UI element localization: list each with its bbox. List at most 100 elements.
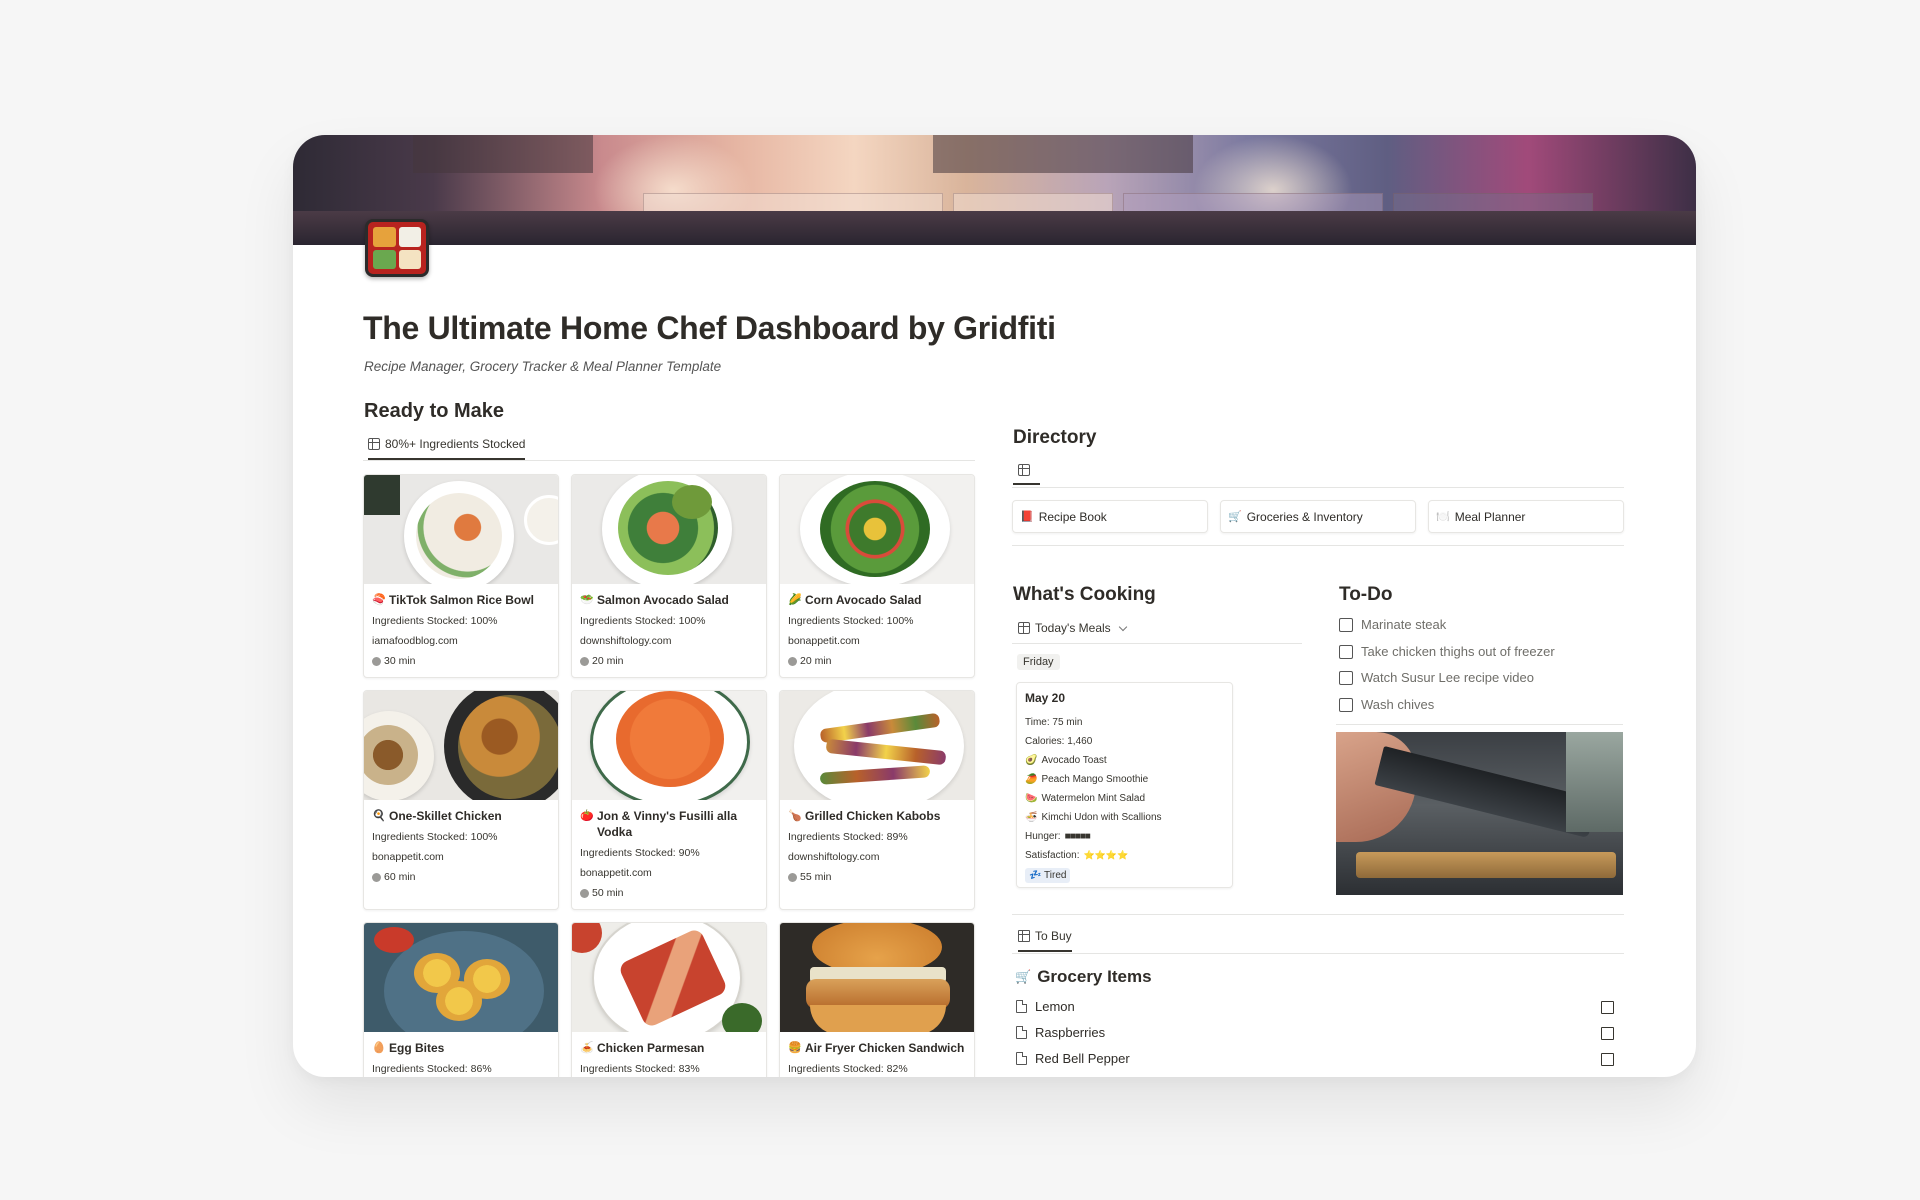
todo-heading: To-Do xyxy=(1339,584,1393,605)
directory-label: Recipe Book xyxy=(1038,509,1107,524)
view-tab-todays-meals[interactable]: Today's Meals xyxy=(1018,621,1127,643)
cart-icon: 🛒 xyxy=(1015,969,1032,984)
clock-icon xyxy=(788,873,797,882)
todo-item[interactable]: Take chicken thighs out of freezer xyxy=(1339,644,1555,659)
meal-card[interactable]: May 20 Time: 75 min Calories: 1,460 🥑 Avo… xyxy=(1016,682,1233,888)
todo-item[interactable]: Watch Susur Lee recipe video xyxy=(1339,670,1534,685)
board-view-icon xyxy=(1018,622,1030,634)
recipe-stocked: Ingredients Stocked: 90% xyxy=(580,847,700,859)
whats-cooking-heading: What's Cooking xyxy=(1013,584,1156,605)
todo-item[interactable]: Marinate steak xyxy=(1339,617,1446,632)
grocery-checkbox[interactable] xyxy=(1601,1001,1614,1014)
grocery-item[interactable]: Red Bell Pepper xyxy=(1016,1051,1130,1066)
todo-checkbox[interactable] xyxy=(1339,617,1353,632)
recipe-card[interactable]: 🥚 Egg Bites Ingredients Stocked: 86% xyxy=(363,922,559,1077)
recipe-stocked: Ingredients Stocked: 82% xyxy=(788,1063,908,1075)
grocery-item[interactable]: Raspberries xyxy=(1016,1025,1105,1040)
view-tab-ingredients-stocked[interactable]: 80%+ Ingredients Stocked xyxy=(368,437,526,460)
recipe-name: One-Skillet Chicken xyxy=(389,809,502,823)
directory-groceries-inventory[interactable]: 🛒 Groceries & Inventory xyxy=(1220,500,1416,533)
recipe-emoji-icon: 🍗 xyxy=(788,810,802,822)
meal-hunger: Hunger: ■■■■■ xyxy=(1025,831,1091,842)
recipe-name: Salmon Avocado Salad xyxy=(597,593,729,607)
recipe-image xyxy=(364,923,558,1032)
grocery-checkbox[interactable] xyxy=(1601,1053,1614,1066)
grocery-item[interactable]: Lemon xyxy=(1016,999,1075,1014)
clock-icon xyxy=(580,657,589,666)
book-icon: 📕 xyxy=(1020,511,1034,523)
meal-calories: Calories: 1,460 xyxy=(1025,736,1093,747)
todo-checkbox[interactable] xyxy=(1339,644,1353,659)
clock-icon xyxy=(580,889,589,898)
meal-dish[interactable]: 🥑 Avocado Toast xyxy=(1025,751,1224,770)
chopping-illustration xyxy=(1336,732,1623,895)
recipe-card[interactable]: 🍗 Grilled Chicken Kabobs Ingredients Stoc… xyxy=(779,690,975,910)
directory-label: Groceries & Inventory xyxy=(1246,509,1363,524)
directory-recipe-book[interactable]: 📕 Recipe Book xyxy=(1012,500,1208,533)
recipe-emoji-icon: 🍝 xyxy=(580,1042,594,1054)
view-tab-to-buy[interactable]: To Buy xyxy=(1018,929,1072,952)
recipe-name: Egg Bites xyxy=(389,1041,445,1055)
recipe-time: 30 min xyxy=(384,655,416,667)
recipe-card[interactable]: 🍳 One-Skillet Chicken Ingredients Stocked… xyxy=(363,690,559,910)
bento-box-icon xyxy=(365,219,429,277)
recipe-card[interactable]: 🍝 Chicken Parmesan Ingredients Stocked: 8… xyxy=(571,922,767,1077)
recipe-stocked: Ingredients Stocked: 83% xyxy=(580,1063,700,1075)
recipe-image xyxy=(364,691,558,800)
recipe-emoji-icon: 🥗 xyxy=(580,594,594,606)
list-view-icon xyxy=(1018,930,1030,942)
meal-date: May 20 xyxy=(1025,691,1066,705)
directory-links: 📕 Recipe Book 🛒 Groceries & Inventory 🍽️… xyxy=(1012,500,1624,533)
clock-icon xyxy=(372,657,381,666)
page-subtitle: Recipe Manager, Grocery Tracker & Meal P… xyxy=(364,359,722,374)
board-group-friday: Friday xyxy=(1017,654,1060,670)
recipe-card[interactable]: 🌽 Corn Avocado Salad Ingredients Stocked:… xyxy=(779,474,975,678)
recipe-time: 60 min xyxy=(384,871,416,883)
cover-image xyxy=(293,135,1696,245)
meal-dish[interactable]: 🍜 Kimchi Udon with Scallions xyxy=(1025,808,1224,827)
recipe-emoji-icon: 🍔 xyxy=(788,1042,802,1054)
meal-satisfaction: Satisfaction: ⭐⭐⭐⭐ xyxy=(1025,850,1129,861)
recipe-image xyxy=(364,475,558,584)
recipe-card[interactable]: 🥗 Salmon Avocado Salad Ingredients Stocke… xyxy=(571,474,767,678)
recipe-stocked: Ingredients Stocked: 100% xyxy=(372,615,498,627)
recipe-card[interactable]: 🍔 Air Fryer Chicken Sandwich Ingredients … xyxy=(779,922,975,1077)
recipe-source: bonappetit.com xyxy=(372,851,444,863)
clock-icon xyxy=(788,657,797,666)
recipe-source: bonappetit.com xyxy=(580,867,652,879)
chevron-down-icon[interactable] xyxy=(1118,622,1127,631)
recipe-time: 20 min xyxy=(800,655,832,667)
directory-meal-planner[interactable]: 🍽️ Meal Planner xyxy=(1428,500,1624,533)
meal-dish[interactable]: 🍉 Watermelon Mint Salad xyxy=(1025,789,1224,808)
plate-icon: 🍽️ xyxy=(1436,511,1450,523)
recipe-image xyxy=(780,691,974,800)
watermelon-icon: 🍉 xyxy=(1025,793,1038,804)
recipe-time: 20 min xyxy=(592,655,624,667)
recipe-name: Jon & Vinny's Fusilli alla Vodka xyxy=(597,809,738,839)
recipe-emoji-icon: 🌽 xyxy=(788,594,802,606)
recipe-card[interactable]: 🍅 Jon & Vinny's Fusilli alla Vodka Ingred… xyxy=(571,690,767,910)
recipe-stocked: Ingredients Stocked: 89% xyxy=(788,831,908,843)
recipe-gallery: 🍣 TikTok Salmon Rice Bowl Ingredients Sto… xyxy=(363,474,975,1077)
recipe-name: Chicken Parmesan xyxy=(597,1041,705,1055)
recipe-stocked: Ingredients Stocked: 100% xyxy=(788,615,914,627)
recipe-emoji-icon: 🍣 xyxy=(372,594,386,606)
todo-item[interactable]: Wash chives xyxy=(1339,697,1434,712)
meal-dish[interactable]: 🥭 Peach Mango Smoothie xyxy=(1025,770,1224,789)
recipe-name: Grilled Chicken Kabobs xyxy=(805,809,941,823)
todo-checkbox[interactable] xyxy=(1339,670,1353,685)
recipe-source: iamafoodblog.com xyxy=(372,635,458,647)
todo-checkbox[interactable] xyxy=(1339,697,1353,712)
view-tab-label: Today's Meals xyxy=(1035,621,1111,635)
ready-to-make-heading: Ready to Make xyxy=(364,400,505,422)
directory-view-tab[interactable] xyxy=(1013,464,1040,485)
recipe-image xyxy=(780,923,974,1032)
grocery-checkbox[interactable] xyxy=(1601,1027,1614,1040)
view-tab-label: To Buy xyxy=(1035,929,1072,943)
recipe-card[interactable]: 🍣 TikTok Salmon Rice Bowl Ingredients Sto… xyxy=(363,474,559,678)
mood-badge: 💤 Tired xyxy=(1025,868,1071,883)
page-icon xyxy=(1016,1000,1027,1013)
mango-icon: 🥭 xyxy=(1025,774,1038,785)
recipe-time: 50 min xyxy=(592,887,624,899)
meal-time: Time: 75 min xyxy=(1025,717,1083,728)
